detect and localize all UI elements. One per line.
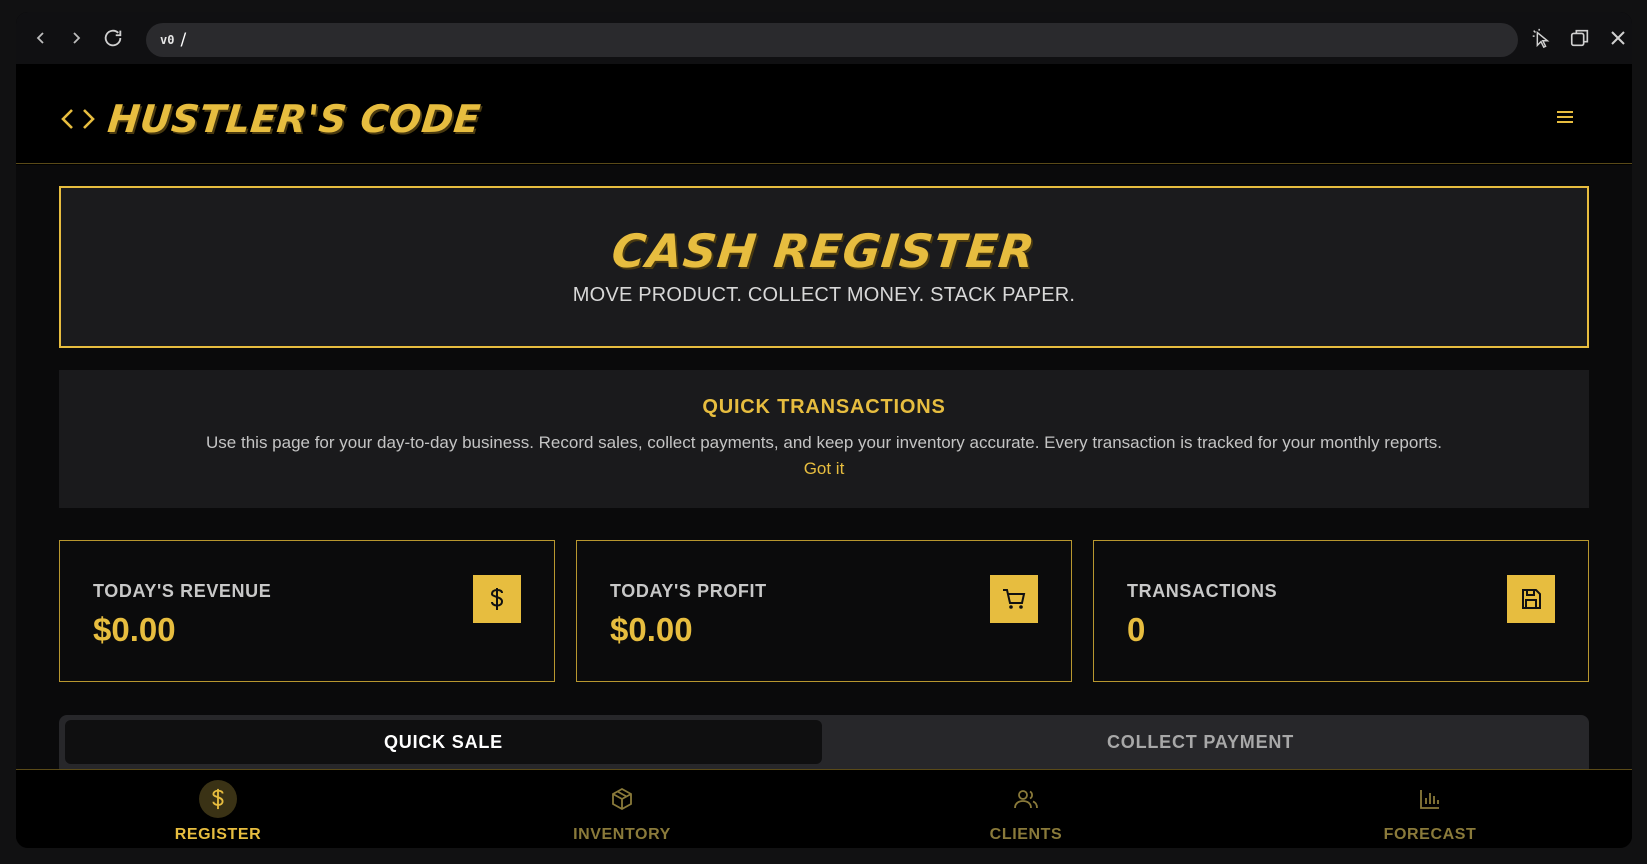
app-header: HUSTLER'S CODE (16, 64, 1632, 164)
url-path: / (180, 30, 187, 50)
users-icon (1014, 790, 1038, 809)
nav-icon-wrap (199, 780, 237, 818)
external-window-icon (1570, 29, 1589, 47)
dollar-icon (490, 588, 504, 610)
nav-icon-wrap (603, 780, 641, 818)
forward-button[interactable] (63, 25, 89, 51)
chevron-right-icon (73, 32, 81, 44)
back-button[interactable] (28, 25, 54, 51)
got-it-link[interactable]: Got it (804, 459, 845, 479)
bottom-nav: REGISTER INVENTORY CLIENTS FORECAST (16, 769, 1632, 848)
nav-label: REGISTER (174, 826, 262, 843)
stat-label: TODAY'S PROFIT (610, 581, 767, 601)
sale-tabs: QUICK SALE COLLECT PAYMENT (59, 715, 1589, 769)
close-button[interactable] (1605, 25, 1631, 51)
v0-logo: v0 (160, 33, 175, 47)
stat-icon-box (473, 575, 521, 623)
info-title: QUICK TRANSACTIONS (702, 396, 946, 418)
address-bar[interactable]: v0 / (146, 23, 1518, 57)
main-content: CASH REGISTER MOVE PRODUCT. COLLECT MONE… (16, 165, 1632, 769)
menu-button[interactable] (1556, 109, 1574, 130)
page-subtitle: MOVE PRODUCT. COLLECT MONEY. STACK PAPER… (572, 284, 1076, 306)
stat-icon-box (1507, 575, 1555, 623)
nav-icon-wrap (1007, 780, 1045, 818)
tab-quick-sale[interactable]: QUICK SALE (65, 720, 822, 764)
box-icon (612, 787, 632, 811)
shopping-cart-icon (1003, 589, 1026, 609)
stat-label: TODAY'S REVENUE (93, 581, 272, 601)
select-element-button[interactable] (1528, 25, 1554, 51)
cursor-select-icon (1532, 28, 1550, 49)
close-icon (1611, 31, 1625, 45)
hero-banner: CASH REGISTER MOVE PRODUCT. COLLECT MONE… (59, 186, 1589, 348)
nav-item-forecast[interactable]: FORECAST (1228, 770, 1632, 848)
stat-value: 0 (1127, 611, 1146, 648)
save-floppy-icon (1522, 589, 1541, 609)
stat-value: $0.00 (93, 611, 176, 648)
info-text: Use this page for your day-to-day busine… (206, 433, 1442, 452)
stat-icon-box (990, 575, 1038, 623)
tab-collect-payment[interactable]: COLLECT PAYMENT (822, 720, 1579, 764)
brand[interactable]: HUSTLER'S CODE (60, 97, 483, 141)
stats-row: TODAY'S REVENUE $0.00 TODAY'S PROFIT $0.… (59, 540, 1589, 682)
brand-title: HUSTLER'S CODE (105, 97, 483, 141)
dollar-icon (212, 788, 224, 810)
stat-value: $0.00 (610, 611, 693, 648)
stat-label: TRANSACTIONS (1127, 581, 1278, 601)
nav-item-register[interactable]: REGISTER (16, 770, 420, 848)
stat-card-revenue: TODAY'S REVENUE $0.00 (59, 540, 555, 682)
nav-label: INVENTORY (573, 826, 671, 843)
chevron-left-icon (36, 32, 44, 44)
code-brackets-icon (61, 109, 95, 129)
stat-card-profit: TODAY'S PROFIT $0.00 (576, 540, 1072, 682)
popout-button[interactable] (1567, 25, 1593, 51)
stat-card-transactions: TRANSACTIONS 0 (1093, 540, 1589, 682)
reload-icon (104, 29, 122, 47)
browser-toolbar: v0 / (16, 12, 1632, 64)
bar-chart-icon (1420, 790, 1439, 809)
page-title: CASH REGISTER (609, 224, 1039, 278)
info-panel: QUICK TRANSACTIONS Use this page for you… (59, 370, 1589, 508)
reload-button[interactable] (100, 25, 126, 51)
hamburger-menu-icon (1557, 111, 1573, 123)
nav-icon-wrap (1411, 780, 1449, 818)
nav-item-clients[interactable]: CLIENTS (824, 770, 1228, 848)
nav-label: CLIENTS (989, 826, 1063, 843)
browser-window: v0 / HUSTLER'S CODE CASH REGISTER MOVE P… (16, 12, 1632, 848)
nav-label: FORECAST (1383, 826, 1477, 843)
nav-item-inventory[interactable]: INVENTORY (420, 770, 824, 848)
